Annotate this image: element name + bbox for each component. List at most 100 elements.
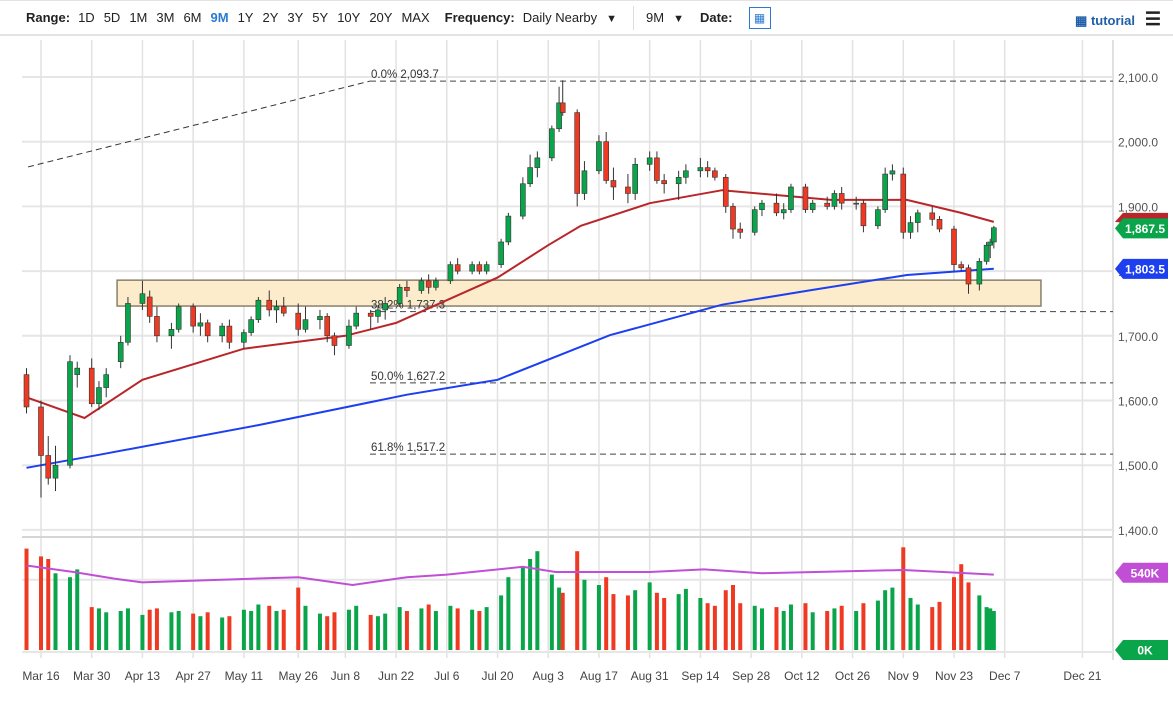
- candle: [197, 313, 204, 336]
- x-tick-label: May 26: [279, 669, 319, 683]
- y-tick-label: 1,400.0: [1118, 524, 1158, 538]
- candle: [654, 151, 660, 184]
- range-2y[interactable]: 2Y: [262, 10, 278, 25]
- frequency-value: Daily Nearby: [522, 10, 598, 25]
- hamburger-menu-icon[interactable]: ☰: [1145, 9, 1161, 30]
- tutorial-label: tutorial: [1090, 13, 1135, 28]
- candle-body: [983, 244, 990, 262]
- candle: [907, 216, 914, 239]
- y-tick-label: 1,800.0: [1118, 265, 1158, 279]
- range-1d[interactable]: 1D: [78, 10, 95, 25]
- candle-body: [722, 176, 729, 207]
- candle-body: [168, 329, 175, 337]
- x-tick-label: Nov 9: [888, 669, 920, 683]
- candle-body: [574, 112, 581, 194]
- candle: [730, 203, 736, 239]
- candle-body: [302, 319, 309, 330]
- volume-bar: [256, 604, 261, 650]
- candle: [951, 225, 957, 272]
- candle: [255, 296, 262, 323]
- candle: [295, 303, 302, 336]
- last-price-tag-bg: [1115, 218, 1168, 239]
- volume-bar: [854, 611, 859, 650]
- range-5y[interactable]: 5Y: [312, 10, 328, 25]
- volume-bar: [397, 607, 402, 650]
- volume-bar: [39, 556, 43, 650]
- x-tick-label: Jul 6: [434, 669, 460, 683]
- volume-zero-tag-bg: [1115, 640, 1168, 660]
- candle-body: [23, 374, 30, 408]
- volume-bar: [774, 607, 779, 650]
- candle: [838, 186, 845, 210]
- frequency-select[interactable]: Daily Nearby ▼: [523, 10, 633, 25]
- volume-bar: [966, 582, 971, 650]
- range-max[interactable]: MAX: [401, 10, 429, 25]
- candle: [983, 241, 990, 265]
- candle: [154, 306, 160, 343]
- volume-bar: [118, 611, 123, 650]
- range-5d[interactable]: 5D: [104, 10, 121, 25]
- candle: [625, 174, 631, 204]
- candle: [433, 277, 439, 291]
- candle-body: [809, 202, 816, 210]
- volume-bar: [738, 603, 743, 650]
- volume-bar: [803, 603, 808, 650]
- volume-bar: [839, 605, 844, 650]
- candle-body: [38, 406, 44, 456]
- candle-body: [559, 102, 566, 113]
- volume-bar: [549, 574, 554, 650]
- volume-bar: [426, 604, 431, 650]
- candle-body: [780, 209, 787, 214]
- film-icon: ▦: [1075, 13, 1091, 28]
- x-tick-label: Mar 30: [73, 669, 111, 683]
- range-10y[interactable]: 10Y: [337, 10, 360, 25]
- candle: [447, 261, 454, 285]
- candle: [675, 170, 682, 200]
- y-tick-label: 1,600.0: [1118, 395, 1158, 409]
- range-3m[interactable]: 3M: [156, 10, 174, 25]
- candle-body: [527, 167, 533, 185]
- candle-body: [632, 164, 638, 194]
- candle-body: [67, 361, 73, 466]
- candle-body: [675, 176, 682, 185]
- volume-bar: [448, 605, 453, 650]
- range-6m[interactable]: 6M: [183, 10, 201, 25]
- tutorial-link[interactable]: ▦ tutorial: [1075, 13, 1135, 29]
- candle-body: [900, 173, 907, 233]
- volume-bar: [274, 611, 279, 650]
- candle: [74, 361, 81, 388]
- y-tick-label: 2,000.0: [1118, 136, 1158, 150]
- volume-bar: [317, 613, 322, 650]
- volume-bar: [46, 559, 51, 650]
- period-select[interactable]: 9M ▼: [646, 10, 700, 25]
- candle-body: [730, 206, 736, 230]
- candle-body: [219, 325, 225, 337]
- range-1y[interactable]: 1Y: [238, 10, 254, 25]
- candle: [574, 109, 581, 207]
- x-tick-label: Jun 8: [331, 669, 361, 683]
- volume-bar: [125, 608, 130, 650]
- range-3y[interactable]: 3Y: [287, 10, 303, 25]
- volume-bar: [977, 595, 982, 650]
- candle: [375, 306, 381, 323]
- volume-bar: [24, 548, 29, 650]
- volume-bar: [582, 579, 587, 650]
- candle: [632, 157, 638, 200]
- candle-body: [255, 299, 262, 320]
- candle: [404, 280, 410, 297]
- candle: [603, 131, 609, 184]
- candle: [581, 161, 588, 200]
- range-1m[interactable]: 1M: [129, 10, 147, 25]
- candle-body: [951, 228, 957, 265]
- range-20y[interactable]: 20Y: [369, 10, 392, 25]
- ma200-tag-text: 1,803.5: [1125, 262, 1165, 276]
- candle: [353, 306, 360, 330]
- candle-body: [914, 212, 921, 223]
- candle-body: [654, 157, 660, 181]
- range-9m[interactable]: 9M: [211, 10, 229, 25]
- candle: [976, 258, 983, 291]
- candle: [125, 296, 131, 346]
- candle: [88, 358, 95, 407]
- calendar-icon[interactable]: ▦: [748, 6, 771, 29]
- candle-body: [295, 312, 302, 330]
